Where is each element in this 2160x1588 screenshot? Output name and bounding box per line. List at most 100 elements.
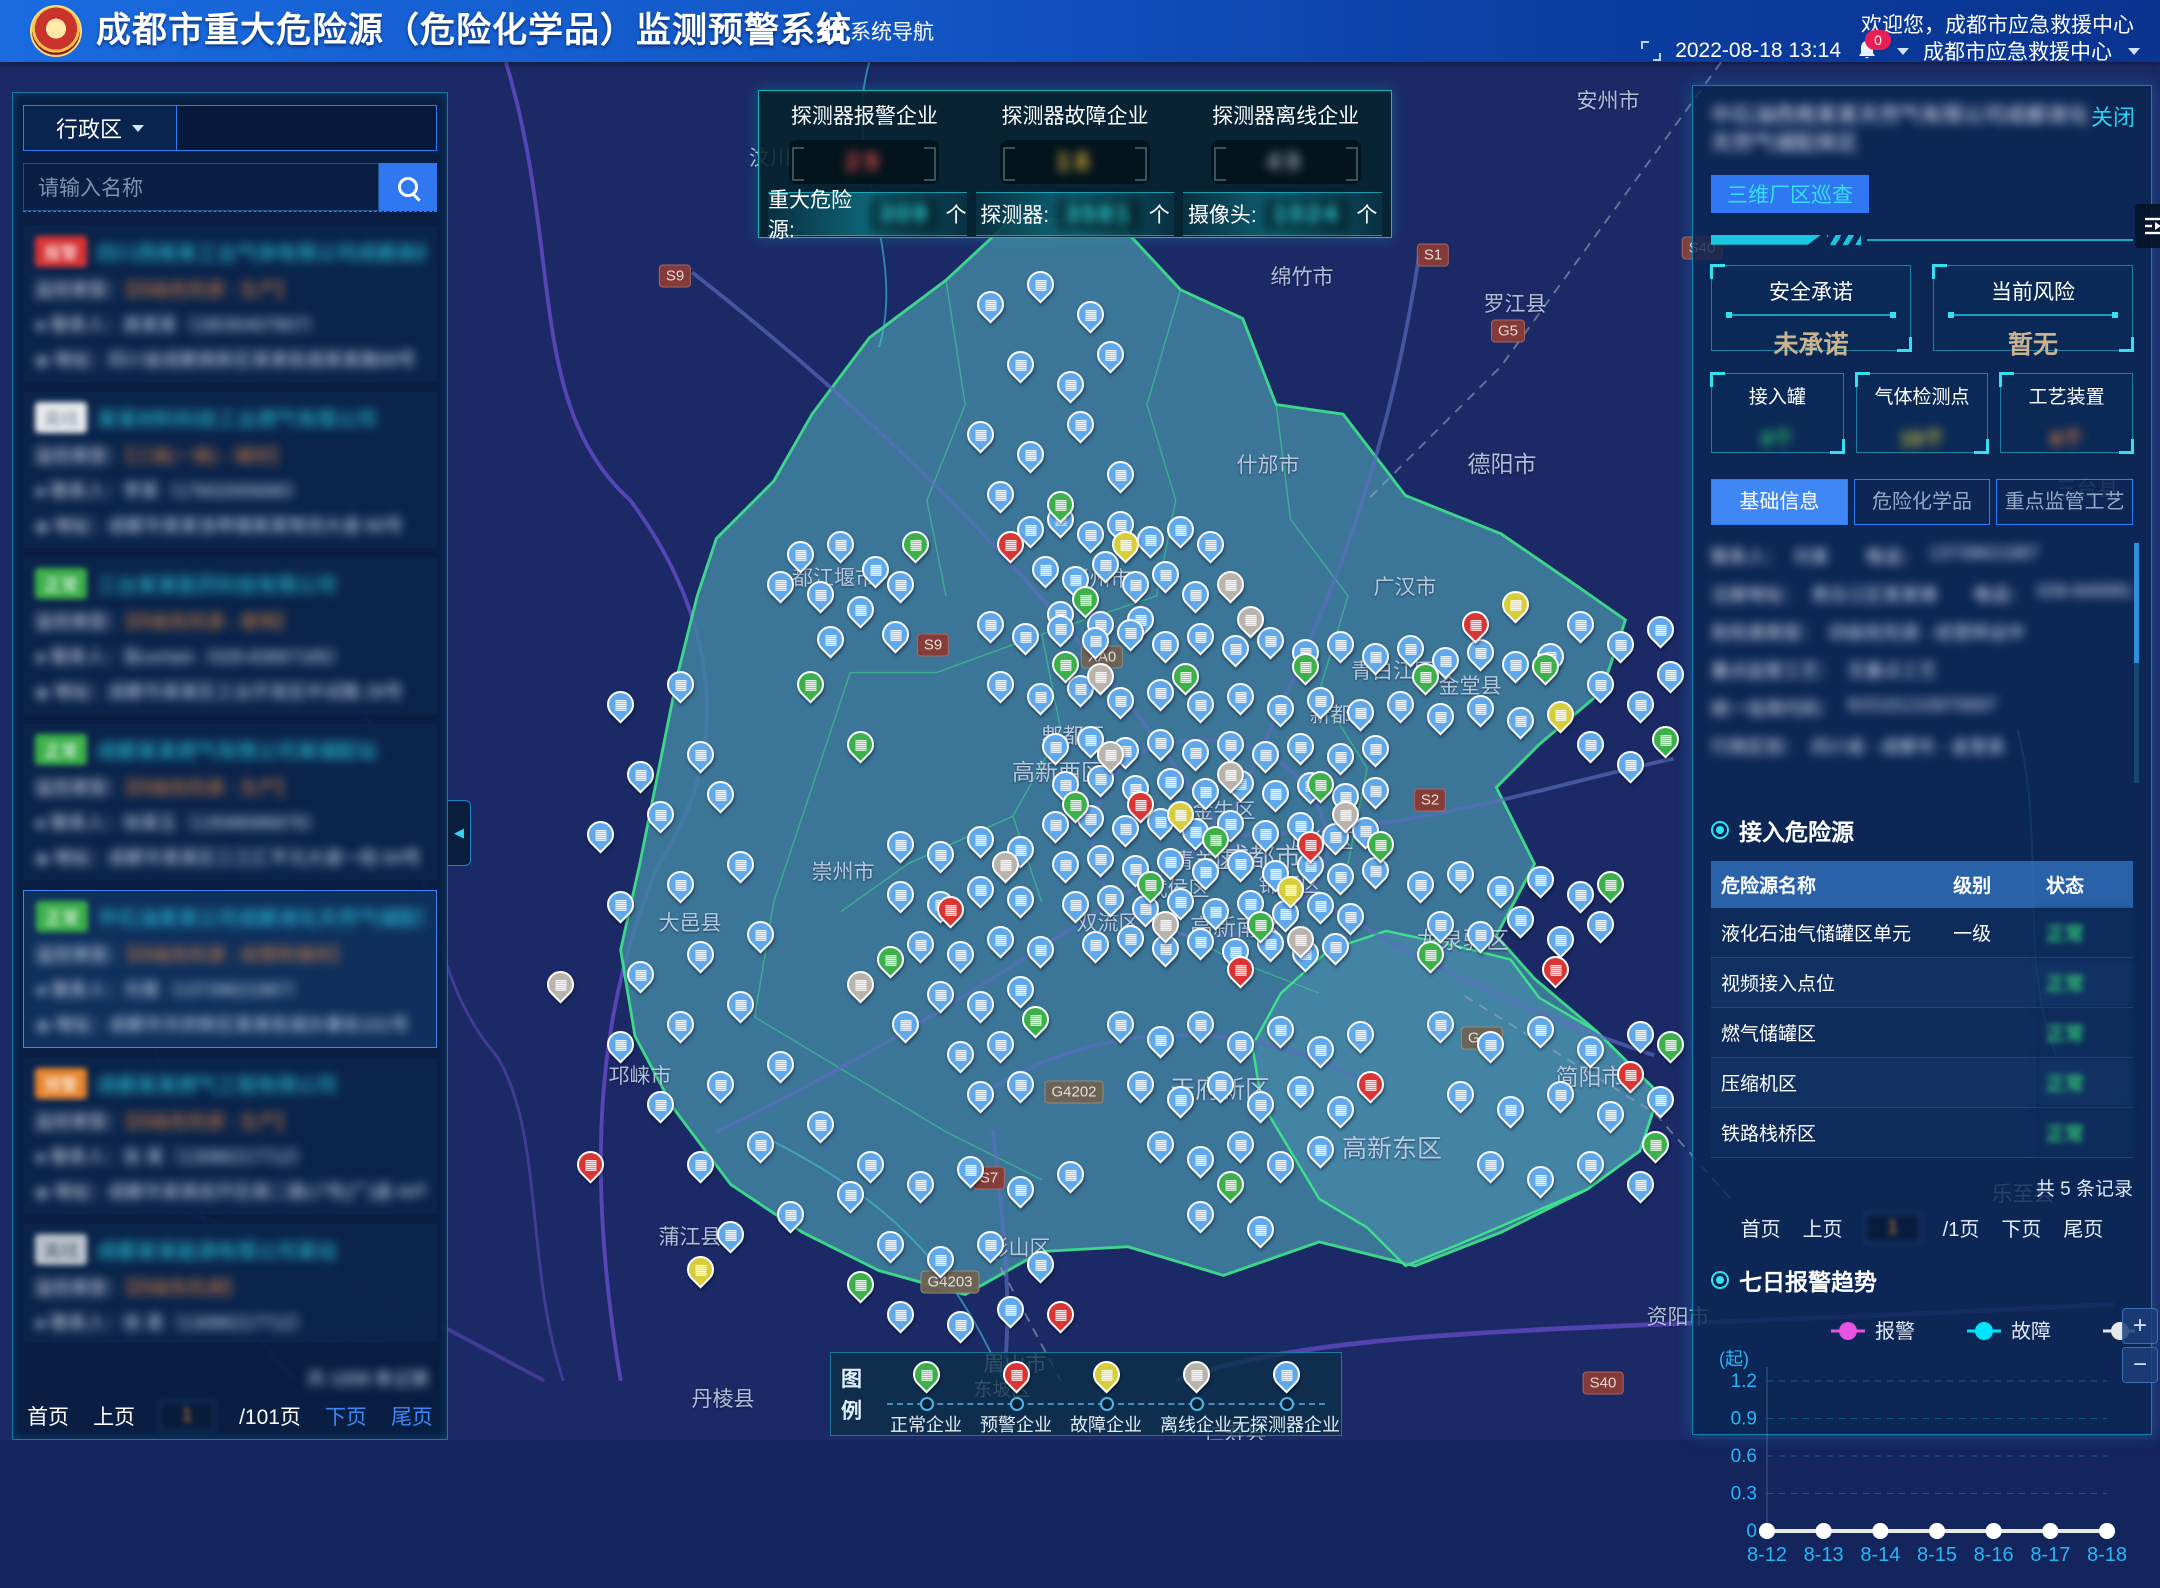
close-button[interactable]: 关闭 bbox=[2091, 100, 2135, 132]
notification-bell[interactable]: 0 bbox=[1855, 38, 1881, 64]
search-button[interactable] bbox=[379, 163, 437, 211]
table-row[interactable]: 燃气储罐区 正常 bbox=[1711, 1007, 2133, 1057]
region-filter-label: 行政区 bbox=[56, 112, 122, 144]
detector-stat-card: 探测器故障企业 18 bbox=[970, 91, 1181, 184]
building-icon: ▦ bbox=[1439, 654, 1452, 668]
building-icon: ▦ bbox=[1284, 883, 1297, 897]
tab-危险化学品[interactable]: 危险化学品 bbox=[1854, 479, 1991, 525]
fullscreen-icon[interactable] bbox=[1641, 41, 1661, 61]
company-list-item[interactable]: 正常 成都某某燃气有限公司某储配站 监控类型：【四级危险源 - 生产】 ● 联系… bbox=[23, 724, 437, 880]
map-place-label: 丹棱县 bbox=[692, 1383, 755, 1413]
road-badge: S1 bbox=[1417, 244, 1449, 267]
company-name: 四川西南某工业气体有限公司成都高新分公司 bbox=[97, 237, 425, 266]
tab-基础信息[interactable]: 基础信息 bbox=[1711, 479, 1848, 525]
next-page-button[interactable]: 下页 bbox=[2001, 1213, 2041, 1242]
building-icon: ▦ bbox=[654, 1098, 667, 1112]
region-filter-select[interactable]: 行政区 bbox=[24, 106, 177, 150]
hazard-status: 正常 bbox=[2036, 957, 2133, 1007]
sidebar-collapse-handle[interactable]: ◀ bbox=[448, 800, 471, 866]
company-name: 成都某某燃气工程有限公司 bbox=[97, 1069, 337, 1098]
hazard-status: 正常 bbox=[2036, 1007, 2133, 1057]
building-icon: ▦ bbox=[674, 1018, 687, 1032]
company-list-item[interactable]: 正常 三台某某医药科技有限公司 监控类型：【四级危险源 - 使用】 ● 联系人：… bbox=[23, 558, 437, 714]
building-icon: ▦ bbox=[1334, 870, 1347, 884]
first-page-button[interactable]: 首页 bbox=[1741, 1213, 1781, 1242]
legend-label: 正常企业 bbox=[890, 1411, 962, 1437]
building-icon: ▦ bbox=[694, 1158, 707, 1172]
page-input[interactable]: 1 bbox=[159, 1401, 215, 1431]
system-nav[interactable]: 系统导航 bbox=[822, 0, 934, 62]
building-icon: ▦ bbox=[1314, 1043, 1327, 1057]
building-icon: ▦ bbox=[1234, 1038, 1247, 1052]
building-icon: ▦ bbox=[1254, 1098, 1267, 1112]
monitor-type-row: 监控类型：【四级危险源】 bbox=[35, 1274, 425, 1300]
table-row[interactable]: 压缩机区 正常 bbox=[1711, 1057, 2133, 1107]
building-icon: ▦ bbox=[1314, 899, 1327, 913]
user-menu[interactable]: 成都市应急救援中心 bbox=[1923, 36, 2112, 66]
last-page-button[interactable]: 尾页 bbox=[391, 1401, 433, 1431]
page-title: 成都市重大危险源（危险化学品）监测预警系统 bbox=[96, 0, 852, 62]
prev-page-button[interactable]: 上页 bbox=[1803, 1213, 1843, 1242]
building-icon: ▦ bbox=[1179, 670, 1192, 684]
current-risk-value: 暂无 bbox=[1934, 325, 2132, 361]
first-page-button[interactable]: 首页 bbox=[27, 1401, 69, 1431]
building-icon: ▦ bbox=[1014, 893, 1027, 907]
current-risk-box: 当前风险 暂无 bbox=[1933, 265, 2133, 351]
building-icon: ▦ bbox=[1104, 892, 1117, 906]
svg-text:(起): (起) bbox=[1719, 1349, 1749, 1369]
legend-pin-icon: ▦ bbox=[997, 1355, 1035, 1393]
svg-text:0.6: 0.6 bbox=[1731, 1446, 1757, 1467]
address-row: ◈ 地址：成都市天府新区某某街道办事处101号 bbox=[36, 1011, 424, 1037]
building-icon: ▦ bbox=[1034, 690, 1047, 704]
company-list-item[interactable]: 正常 中石油某某公司成都液化天然气储配站 监控类型：【四级危险源 - 经营和储存… bbox=[23, 890, 437, 1048]
building-icon: ▦ bbox=[1294, 819, 1307, 833]
last-page-button[interactable]: 尾页 bbox=[2063, 1213, 2103, 1242]
map-place-label: 蒲江县 bbox=[659, 1221, 722, 1251]
scrollbar[interactable] bbox=[2134, 543, 2139, 783]
legend-item: ▦ 正常企业 bbox=[883, 1359, 969, 1429]
expand-list-icon[interactable] bbox=[2135, 204, 2160, 248]
info-row: 注册地址：青白江区某某镇电话：028-84008171 / 1340085271… bbox=[1711, 581, 2133, 607]
region-filter-value[interactable] bbox=[177, 106, 436, 150]
status-badge: 正常 bbox=[35, 734, 87, 765]
address-row: ◈ 地址：四川省成都高新区某某街道某某路88号 bbox=[35, 346, 425, 372]
map-place-label: 德阳市 bbox=[1468, 445, 1537, 479]
building-icon: ▦ bbox=[1204, 538, 1217, 552]
counter-label: 工艺装置 bbox=[2001, 382, 2132, 409]
building-icon: ▦ bbox=[1154, 815, 1167, 829]
zoom-out-button[interactable]: − bbox=[2122, 1347, 2158, 1383]
building-icon: ▦ bbox=[1144, 878, 1157, 892]
hazard-name: 压缩机区 bbox=[1711, 1057, 1943, 1107]
building-icon: ▦ bbox=[1049, 818, 1062, 832]
company-list-item[interactable]: 离线 成都某某能源有限公司某站 监控类型：【四级危险源】 ● 联系人：徐 某（1… bbox=[23, 1224, 437, 1342]
building-icon: ▦ bbox=[1274, 1023, 1287, 1037]
building-icon: ▦ bbox=[1159, 918, 1172, 932]
zoom-in-button[interactable]: + bbox=[2122, 1308, 2158, 1344]
building-icon: ▦ bbox=[814, 588, 827, 602]
contact-row: ● 联系人：高某某（18030407807） bbox=[35, 311, 425, 337]
enterprise-detail-panel: 关闭 中石油西南某某天然气有限公司成都液化天然气储配库区 三维厂区巡查 安全承诺… bbox=[1692, 85, 2152, 1435]
prev-page-button[interactable]: 上页 bbox=[93, 1401, 135, 1431]
next-page-button[interactable]: 下页 bbox=[325, 1401, 367, 1431]
company-list-item[interactable]: 离线 某某材料科技工业燃气有限公司 监控类型：【三级(一般) - 储存】 ● 联… bbox=[23, 392, 437, 548]
building-icon: ▦ bbox=[1114, 468, 1127, 482]
page-input[interactable]: 1 bbox=[1865, 1213, 1921, 1243]
building-icon: ▦ bbox=[1509, 598, 1522, 612]
alarm-trend-chart: 报警故障离线(起)00.30.60.91.28-128-138-148-158-… bbox=[1711, 1303, 2135, 1583]
table-row[interactable]: 铁路栈桥区 正常 bbox=[1711, 1107, 2133, 1157]
status-badge: 预警 bbox=[35, 1068, 87, 1099]
location-icon: ◈ bbox=[35, 516, 49, 536]
3d-tour-button[interactable]: 三维厂区巡查 bbox=[1711, 175, 1869, 213]
table-row[interactable]: 视频接入点位 正常 bbox=[1711, 957, 2133, 1007]
building-icon: ▦ bbox=[909, 538, 922, 552]
building-icon: ▦ bbox=[1189, 825, 1202, 839]
company-list-item[interactable]: 预警 成都某某燃气工程有限公司 监控类型：【四级危险源 - 生产】 ● 联系人：… bbox=[23, 1058, 437, 1214]
search-input[interactable]: 请输入名称 bbox=[23, 163, 379, 211]
safety-commitment-label: 安全承诺 bbox=[1712, 276, 1910, 306]
monitor-type-row: 监控类型：【三级(一般) - 储存】 bbox=[35, 442, 425, 468]
company-list-item[interactable]: 报警 四川西南某工业气体有限公司成都高新分公司 监控类型：【四级危险源 - 生产… bbox=[23, 226, 437, 382]
tab-重点监管工艺[interactable]: 重点监管工艺 bbox=[1996, 479, 2133, 525]
status-badge: 正常 bbox=[36, 901, 88, 932]
table-row[interactable]: 液化石油气储罐区单元一级 正常 bbox=[1711, 908, 2133, 958]
building-icon: ▦ bbox=[864, 1158, 877, 1172]
